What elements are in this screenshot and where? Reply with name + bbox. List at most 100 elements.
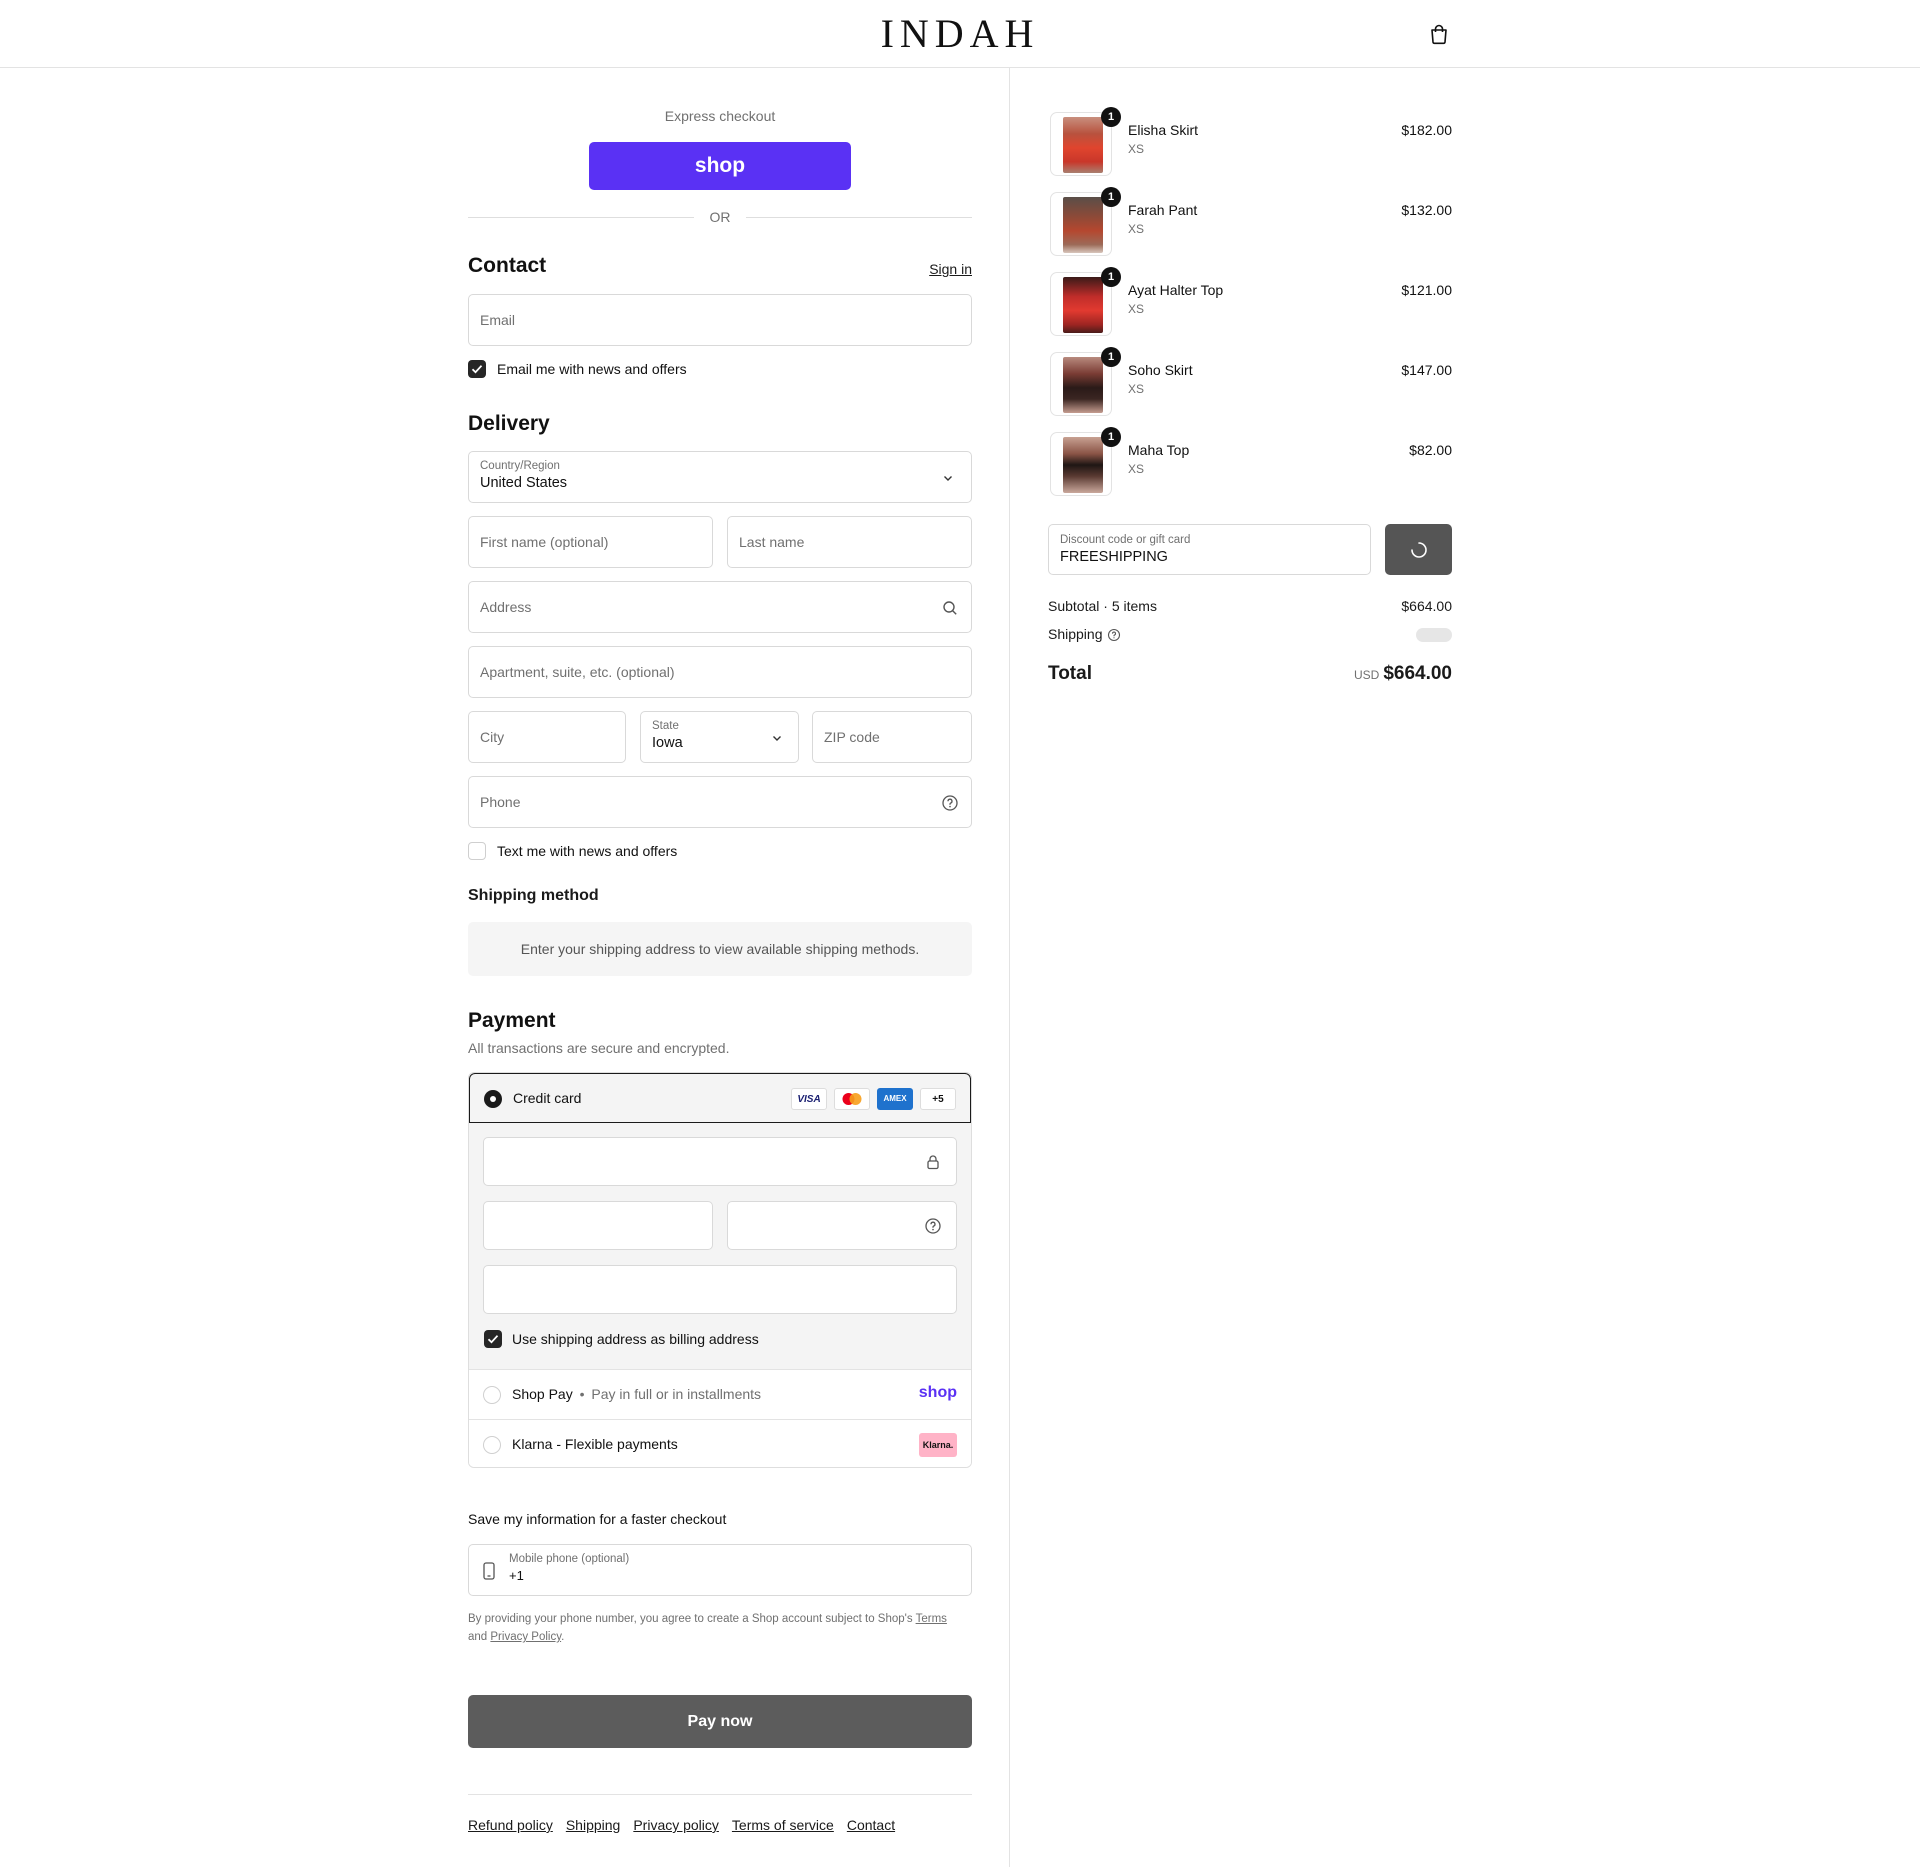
klarna-radio[interactable] bbox=[483, 1436, 501, 1454]
last-name-field[interactable]: Last name bbox=[727, 516, 972, 568]
zip-field[interactable]: ZIP code bbox=[812, 711, 972, 763]
item-price: $182.00 bbox=[1401, 122, 1452, 138]
privacy-policy-link[interactable]: Privacy Policy bbox=[490, 1631, 561, 1643]
item-variant: XS bbox=[1128, 382, 1145, 396]
quantity-badge: 1 bbox=[1101, 267, 1121, 287]
shop-pay-express-button[interactable]: shop bbox=[589, 142, 851, 190]
shop-pay-name: Shop Pay bbox=[512, 1386, 573, 1402]
shop-pay-radio[interactable] bbox=[483, 1386, 501, 1404]
pay-now-button[interactable]: Pay now bbox=[468, 1695, 972, 1748]
legal-text-and: and bbox=[468, 1631, 491, 1643]
discount-code-field[interactable]: Discount code or gift card FREESHIPPING bbox=[1048, 524, 1371, 575]
header: INDAH bbox=[0, 0, 1920, 68]
sign-in-link[interactable]: Sign in bbox=[929, 261, 972, 277]
subtotal-value: $664.00 bbox=[1401, 598, 1452, 614]
search-icon[interactable] bbox=[941, 599, 959, 617]
discount-value: FREESHIPPING bbox=[1060, 549, 1168, 565]
item-name: Farah Pant bbox=[1128, 202, 1198, 218]
cart-item: 1 Farah Pant XS $132.00 bbox=[1048, 187, 1452, 256]
item-price: $147.00 bbox=[1401, 362, 1452, 378]
klarna-option[interactable]: Klarna - Flexible payments Klarna. bbox=[469, 1419, 971, 1467]
subtotal-label: Subtotal · 5 items bbox=[1048, 598, 1157, 614]
apartment-field[interactable]: Apartment, suite, etc. (optional) bbox=[468, 646, 972, 698]
footer-links: Refund policy Shipping Privacy policy Terms… bbox=[468, 1817, 908, 1833]
shipping-link[interactable]: Shipping bbox=[566, 1817, 621, 1833]
shop-pay-label: Shop Pay • Pay in full or in installment… bbox=[512, 1386, 761, 1402]
country-value: United States bbox=[480, 475, 568, 491]
shop-pay-option[interactable]: Shop Pay • Pay in full or in installment… bbox=[469, 1369, 971, 1419]
mobile-phone-field[interactable]: Mobile phone (optional) +1 bbox=[468, 1544, 972, 1596]
klarna-label: Klarna - Flexible payments bbox=[512, 1436, 678, 1452]
shop-pay-separator: • bbox=[579, 1386, 585, 1402]
mastercard-icon bbox=[834, 1088, 870, 1110]
payment-title: Payment bbox=[468, 1009, 556, 1032]
first-name-field[interactable]: First name (optional) bbox=[468, 516, 713, 568]
state-value: Iowa bbox=[652, 735, 683, 751]
brand-logo[interactable]: INDAH bbox=[0, 10, 1920, 57]
apartment-placeholder: Apartment, suite, etc. (optional) bbox=[480, 664, 675, 680]
item-name: Ayat Halter Top bbox=[1128, 282, 1224, 298]
item-variant: XS bbox=[1128, 222, 1145, 236]
last-name-placeholder: Last name bbox=[739, 534, 805, 550]
chevron-down-icon bbox=[773, 736, 781, 741]
express-checkout-label: Express checkout bbox=[664, 108, 776, 124]
email-news-label: Email me with news and offers bbox=[497, 361, 687, 377]
shopping-bag-icon[interactable] bbox=[1428, 23, 1450, 45]
legal-text-end: . bbox=[561, 1631, 565, 1643]
credit-card-form: Use shipping address as billing address bbox=[469, 1123, 971, 1369]
expiration-field[interactable] bbox=[483, 1201, 713, 1250]
billing-address-checkbox[interactable] bbox=[484, 1330, 502, 1348]
mobile-phone-value: +1 bbox=[509, 1568, 524, 1583]
mobile-phone-label: Mobile phone (optional) bbox=[509, 1553, 630, 1565]
product-thumbnail: 1 bbox=[1050, 347, 1121, 416]
cart-item: 1 Ayat Halter Top XS $121.00 bbox=[1048, 267, 1452, 336]
credit-card-option[interactable]: Credit card VISA AMEX +5 bbox=[469, 1073, 971, 1123]
shipping-method-title: Shipping method bbox=[468, 887, 599, 904]
payment-options: Credit card VISA AMEX +5 Use shipping ad… bbox=[468, 1072, 972, 1468]
shop-pay-description: Pay in full or in installments bbox=[591, 1386, 762, 1402]
city-field[interactable]: City bbox=[468, 711, 626, 763]
phone-field[interactable]: Phone bbox=[468, 776, 972, 828]
security-code-field[interactable] bbox=[727, 1201, 957, 1250]
help-icon[interactable] bbox=[941, 794, 959, 812]
product-image bbox=[1063, 357, 1103, 413]
item-name: Elisha Skirt bbox=[1128, 122, 1199, 138]
contact-link[interactable]: Contact bbox=[847, 1817, 895, 1833]
discount-label: Discount code or gift card bbox=[1060, 534, 1191, 546]
amex-icon: AMEX bbox=[877, 1088, 913, 1110]
save-info-title: Save my information for a faster checkou… bbox=[468, 1511, 727, 1527]
shop-pay-logo: shop bbox=[918, 1384, 957, 1401]
refund-policy-link[interactable]: Refund policy bbox=[468, 1817, 553, 1833]
item-name: Soho Skirt bbox=[1128, 362, 1193, 378]
email-placeholder: Email bbox=[480, 312, 516, 328]
visa-icon: VISA bbox=[791, 1088, 827, 1110]
item-name: Maha Top bbox=[1128, 442, 1190, 458]
phone-placeholder: Phone bbox=[480, 794, 521, 810]
terms-of-service-link[interactable]: Terms of service bbox=[732, 1817, 834, 1833]
shipping-loading-placeholder bbox=[1416, 628, 1452, 642]
zip-placeholder: ZIP code bbox=[824, 729, 880, 745]
email-field[interactable]: Email bbox=[468, 294, 972, 346]
state-select[interactable]: State Iowa bbox=[640, 711, 799, 763]
card-number-field[interactable] bbox=[483, 1137, 957, 1186]
shipping-method-info: Enter your shipping address to view avai… bbox=[468, 922, 972, 976]
credit-card-radio[interactable] bbox=[484, 1090, 502, 1108]
country-select[interactable]: Country/Region United States bbox=[468, 451, 972, 503]
quantity-badge: 1 bbox=[1101, 107, 1121, 127]
address-field[interactable]: Address bbox=[468, 581, 972, 633]
more-cards-badge: +5 bbox=[920, 1088, 956, 1110]
help-icon[interactable] bbox=[1107, 628, 1121, 642]
product-image bbox=[1063, 117, 1103, 173]
privacy-policy-footer-link[interactable]: Privacy policy bbox=[633, 1817, 719, 1833]
item-variant: XS bbox=[1128, 142, 1145, 156]
terms-link[interactable]: Terms bbox=[916, 1613, 947, 1625]
text-news-checkbox[interactable] bbox=[468, 842, 486, 860]
apply-discount-button[interactable] bbox=[1385, 524, 1452, 575]
item-price: $132.00 bbox=[1401, 202, 1452, 218]
loading-spinner-icon bbox=[1411, 542, 1427, 558]
product-thumbnail: 1 bbox=[1050, 107, 1121, 176]
email-news-checkbox[interactable] bbox=[468, 360, 486, 378]
help-icon[interactable] bbox=[924, 1217, 942, 1235]
shipping-label: Shipping bbox=[1048, 626, 1103, 642]
name-on-card-field[interactable] bbox=[483, 1265, 957, 1314]
